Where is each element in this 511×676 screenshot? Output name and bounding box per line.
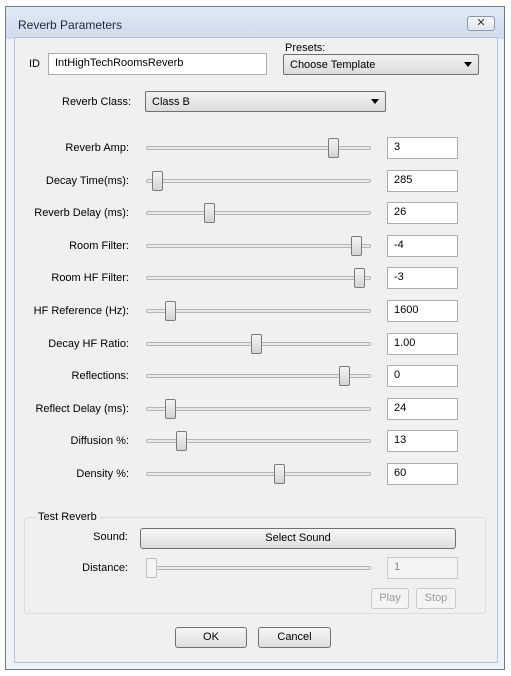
- param-slider-thumb[interactable]: [328, 138, 339, 158]
- param-slider-thumb[interactable]: [165, 301, 176, 321]
- param-value-field[interactable]: 26: [387, 202, 458, 224]
- reverb-class-dropdown[interactable]: Class B: [145, 91, 386, 112]
- param-value-field[interactable]: 13: [387, 430, 458, 452]
- id-label: ID: [29, 58, 40, 70]
- chevron-down-icon: [371, 99, 379, 104]
- param-slider-thumb[interactable]: [351, 236, 362, 256]
- chevron-down-icon: [464, 62, 472, 67]
- param-value-field[interactable]: 60: [387, 463, 458, 485]
- param-label: Room HF Filter:: [51, 272, 129, 284]
- param-value-field[interactable]: -4: [387, 235, 458, 257]
- param-value-field[interactable]: 24: [387, 398, 458, 420]
- cancel-button[interactable]: Cancel: [258, 627, 331, 648]
- param-value-field[interactable]: -3: [387, 267, 458, 289]
- param-label: Reverb Delay (ms):: [34, 207, 129, 219]
- presets-dropdown[interactable]: Choose Template: [283, 54, 479, 75]
- param-slider-track[interactable]: [146, 179, 371, 183]
- param-slider-track[interactable]: [146, 309, 371, 313]
- title-bar: Reverb Parameters ✕: [6, 7, 504, 39]
- param-slider-track[interactable]: [146, 276, 371, 280]
- id-field[interactable]: IntHighTechRoomsReverb: [48, 53, 267, 75]
- param-slider-track[interactable]: [146, 374, 371, 378]
- param-label: Density %:: [76, 468, 129, 480]
- param-value-field[interactable]: 0: [387, 365, 458, 387]
- param-label: HF Reference (Hz):: [33, 305, 129, 317]
- select-sound-button[interactable]: Select Sound: [140, 528, 456, 549]
- param-label: Room Filter:: [69, 240, 129, 252]
- close-icon: ✕: [476, 17, 486, 29]
- distance-slider-thumb[interactable]: [146, 558, 157, 578]
- param-value-field[interactable]: 285: [387, 170, 458, 192]
- param-label: Reverb Amp:: [65, 142, 129, 154]
- param-value-field[interactable]: 1.00: [387, 333, 458, 355]
- param-slider-thumb[interactable]: [354, 268, 365, 288]
- dialog-title: Reverb Parameters: [18, 18, 123, 32]
- param-slider-track[interactable]: [146, 211, 371, 215]
- test-reverb-title: Test Reverb: [36, 511, 99, 523]
- close-button[interactable]: ✕: [467, 16, 495, 31]
- play-button[interactable]: Play: [371, 588, 409, 609]
- reverb-class-value: Class B: [152, 96, 190, 108]
- param-label: Diffusion %:: [70, 435, 130, 447]
- param-slider-thumb[interactable]: [339, 366, 350, 386]
- param-slider-thumb[interactable]: [152, 171, 163, 191]
- param-slider-thumb[interactable]: [274, 464, 285, 484]
- param-slider-thumb[interactable]: [251, 334, 262, 354]
- param-slider-track[interactable]: [146, 244, 371, 248]
- param-value-field[interactable]: 3: [387, 137, 458, 159]
- param-label: Decay Time(ms):: [45, 175, 129, 187]
- reverb-class-label: Reverb Class:: [62, 96, 132, 108]
- param-slider-thumb[interactable]: [176, 431, 187, 451]
- ok-button[interactable]: OK: [175, 627, 247, 648]
- param-slider-track[interactable]: [146, 472, 371, 476]
- presets-label: Presets:: [285, 42, 326, 54]
- presets-value: Choose Template: [290, 59, 376, 71]
- param-slider-track[interactable]: [146, 407, 371, 411]
- distance-label: Distance:: [82, 562, 128, 574]
- stop-button[interactable]: Stop: [416, 588, 456, 609]
- distance-field[interactable]: 1: [387, 557, 458, 579]
- param-label: Reflect Delay (ms):: [35, 403, 129, 415]
- param-label: Reflections:: [71, 370, 129, 382]
- distance-slider-track[interactable]: [146, 566, 371, 570]
- param-label: Decay HF Ratio:: [48, 338, 129, 350]
- param-value-field[interactable]: 1600: [387, 300, 458, 322]
- param-slider-thumb[interactable]: [204, 203, 215, 223]
- param-slider-thumb[interactable]: [165, 399, 176, 419]
- sound-label: Sound:: [93, 531, 128, 543]
